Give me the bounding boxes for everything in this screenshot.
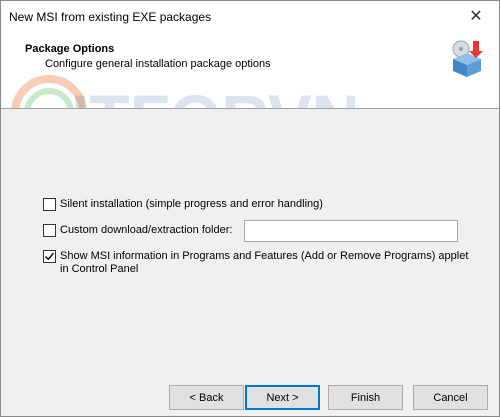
silent-installation-checkbox[interactable] xyxy=(43,198,56,211)
show-msi-info-option[interactable]: Show MSI information in Programs and Fea… xyxy=(43,250,468,263)
finish-button[interactable]: Finish xyxy=(328,385,403,410)
silent-installation-option[interactable]: Silent installation (simple progress and… xyxy=(43,198,323,211)
show-msi-info-label-line1: Show MSI information in Programs and Fea… xyxy=(60,250,469,262)
cancel-button[interactable]: Cancel xyxy=(413,385,488,410)
custom-folder-option[interactable]: Custom download/extraction folder: xyxy=(43,224,232,237)
custom-folder-label: Custom download/extraction folder: xyxy=(60,224,233,236)
silent-installation-label: Silent installation (simple progress and… xyxy=(60,198,323,210)
watermark-logo: ITFORVN xyxy=(11,75,359,109)
next-button[interactable]: Next > xyxy=(245,385,320,410)
extraction-folder-input[interactable] xyxy=(244,220,458,242)
footer-divider xyxy=(1,375,499,376)
dialog-window: New MSI from existing EXE packages ✕ ITF… xyxy=(0,0,500,417)
show-msi-info-label-line2: in Control Panel xyxy=(60,263,139,275)
page-subtitle: Configure general installation package o… xyxy=(45,58,271,70)
custom-folder-checkbox[interactable] xyxy=(43,224,56,237)
show-msi-info-checkbox[interactable] xyxy=(43,250,56,263)
svg-text:ITFORVN: ITFORVN xyxy=(71,81,359,109)
package-install-icon xyxy=(452,40,483,77)
page-title: Package Options xyxy=(25,43,115,55)
window-title: New MSI from existing EXE packages xyxy=(9,10,212,24)
close-icon: ✕ xyxy=(469,8,483,25)
checkmark-icon xyxy=(45,252,55,261)
options-panel: Silent installation (simple progress and… xyxy=(1,110,499,375)
wizard-header: ITFORVN Package Options Configure genera… xyxy=(1,31,499,109)
title-bar: New MSI from existing EXE packages ✕ xyxy=(1,1,499,31)
back-button[interactable]: < Back xyxy=(169,385,244,410)
close-button[interactable]: ✕ xyxy=(453,1,499,31)
